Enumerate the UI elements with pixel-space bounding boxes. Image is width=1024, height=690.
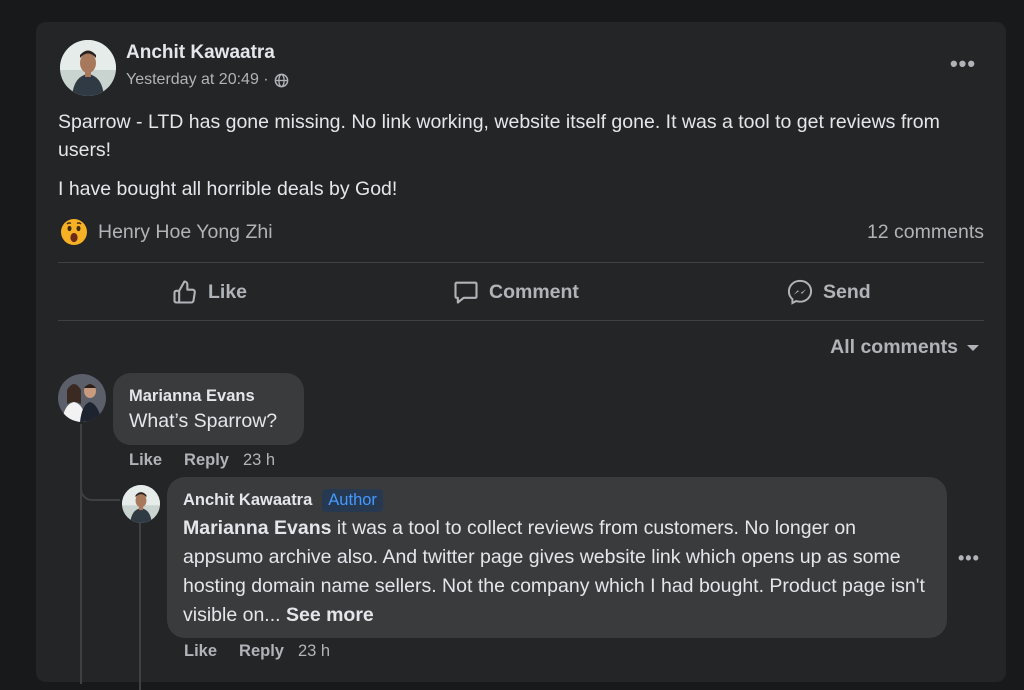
reply-thread-line bbox=[139, 520, 141, 690]
reply-header: Anchit Kawaatra Author bbox=[183, 489, 383, 512]
post-paragraph: Sparrow - LTD has gone missing. No link … bbox=[58, 111, 940, 161]
reply-author-name[interactable]: Anchit Kawaatra bbox=[183, 491, 312, 510]
commenter-name[interactable]: Marianna Evans bbox=[129, 387, 255, 406]
reactor-name[interactable]: Henry Hoe Yong Zhi bbox=[98, 221, 273, 244]
comment-icon bbox=[454, 281, 478, 304]
reply-text: Marianna Evans it was a tool to collect … bbox=[183, 514, 933, 630]
thread-line bbox=[80, 424, 82, 684]
post-author-name[interactable]: Anchit Kawaatra bbox=[126, 42, 275, 64]
author-badge: Author bbox=[322, 489, 383, 512]
more-horizontal-icon: ••• bbox=[958, 548, 980, 568]
comment-time[interactable]: 23 h bbox=[243, 451, 275, 470]
comment-text: What’s Sparrow? bbox=[129, 410, 278, 432]
caret-down-icon bbox=[967, 344, 979, 351]
commenter-avatar[interactable] bbox=[58, 374, 106, 422]
post-options-button[interactable]: ••• bbox=[948, 51, 978, 76]
comment-reply-button[interactable]: Reply bbox=[184, 451, 229, 470]
reactions-summary: Henry Hoe Yong Zhi 12 comments bbox=[58, 216, 984, 250]
comment-count[interactable]: 12 comments bbox=[867, 221, 984, 244]
post-timestamp[interactable]: Yesterday at 20:49 · bbox=[126, 71, 269, 89]
comment-filter-label: All comments bbox=[830, 336, 958, 358]
comment-bubble: Marianna Evans What’s Sparrow? bbox=[113, 373, 304, 445]
post-meta: Yesterday at 20:49 · bbox=[126, 71, 289, 89]
send-button[interactable]: Send bbox=[786, 270, 871, 314]
like-button[interactable]: Like bbox=[171, 270, 247, 314]
comment-button[interactable]: Comment bbox=[452, 270, 579, 314]
author-avatar[interactable] bbox=[60, 40, 116, 96]
post-paragraph: I have bought all horrible deals by God! bbox=[58, 178, 398, 200]
send-label: Send bbox=[823, 280, 871, 303]
more-horizontal-icon: ••• bbox=[949, 51, 977, 76]
post-card: Anchit Kawaatra Yesterday at 20:49 · •••… bbox=[36, 22, 1006, 690]
wow-icon[interactable] bbox=[60, 218, 88, 246]
reply-options-button[interactable]: ••• bbox=[958, 548, 980, 569]
like-label: Like bbox=[208, 280, 248, 303]
comment-filter-dropdown[interactable]: All comments bbox=[830, 336, 980, 359]
reply-time[interactable]: 23 h bbox=[298, 642, 330, 661]
reply-reply-button[interactable]: Reply bbox=[239, 642, 284, 661]
reply-like-button[interactable]: Like bbox=[184, 642, 217, 661]
reply-author-avatar[interactable] bbox=[122, 485, 160, 523]
mention-link[interactable]: Marianna Evans bbox=[183, 517, 331, 539]
reply-bubble: Anchit Kawaatra Author Marianna Evans it… bbox=[167, 477, 947, 638]
see-more-link[interactable]: See more bbox=[286, 604, 374, 626]
messenger-icon bbox=[787, 279, 813, 305]
reply-actions: Like Reply 23 h bbox=[184, 642, 330, 661]
thumbs-up-icon bbox=[173, 280, 196, 304]
divider bbox=[58, 320, 984, 321]
divider bbox=[58, 262, 984, 263]
thread-branch bbox=[80, 477, 120, 501]
comment-actions: Like Reply 23 h bbox=[129, 451, 275, 470]
post-body: Sparrow - LTD has gone missing. No link … bbox=[58, 108, 988, 214]
globe-icon bbox=[274, 73, 289, 88]
comment-label: Comment bbox=[489, 280, 579, 303]
comment-like-button[interactable]: Like bbox=[129, 451, 162, 470]
